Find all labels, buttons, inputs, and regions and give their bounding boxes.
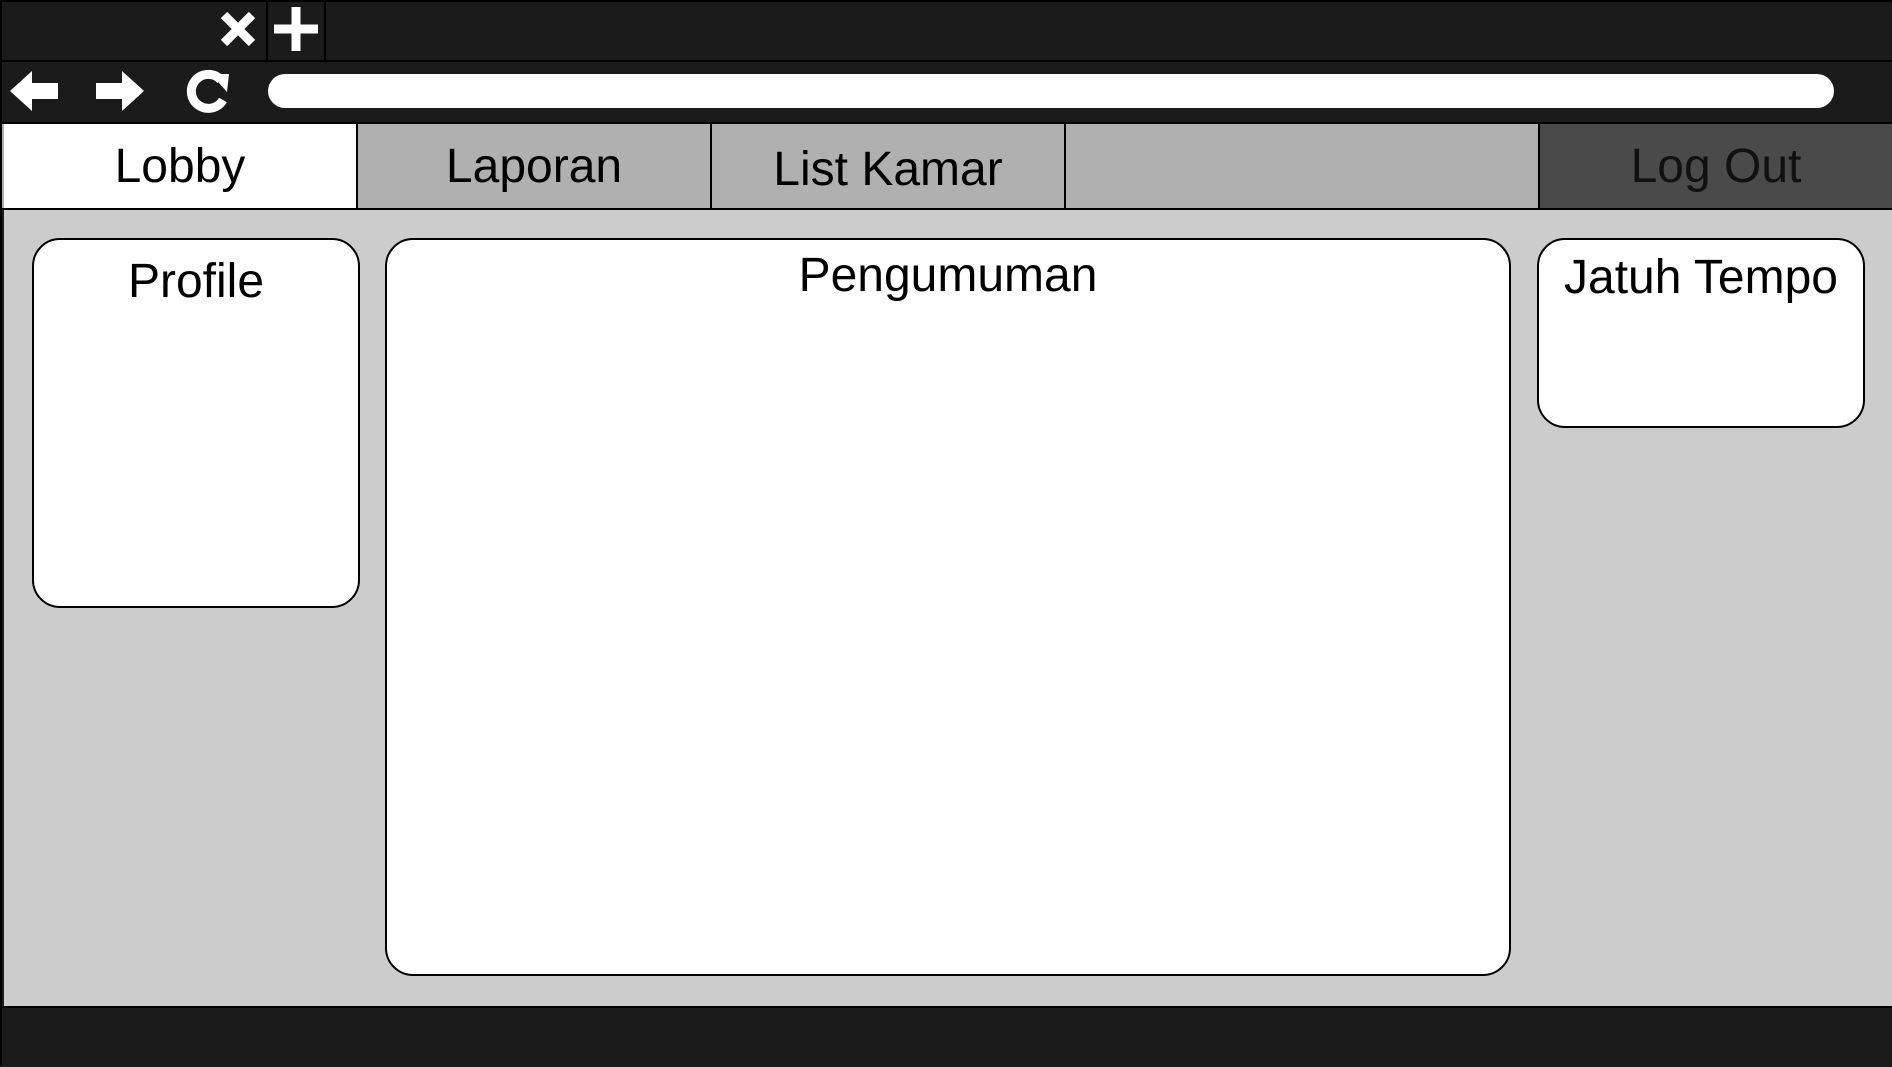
app-tab-row: Lobby Laporan List Kamar Log Out bbox=[2, 122, 1892, 210]
forward-button[interactable] bbox=[90, 68, 150, 118]
tab-laporan[interactable]: Laporan bbox=[358, 124, 712, 208]
pengumuman-panel: Pengumuman bbox=[385, 238, 1511, 976]
tab-list-kamar[interactable]: List Kamar bbox=[712, 124, 1066, 208]
plus-icon bbox=[272, 5, 320, 58]
profile-panel: Profile bbox=[32, 238, 360, 608]
logout-label: Log Out bbox=[1630, 139, 1802, 193]
close-tab-button[interactable] bbox=[210, 2, 268, 60]
tab-lobby-label: Lobby bbox=[114, 139, 246, 193]
main-content: Profile Pengumuman Jatuh Tempo bbox=[4, 210, 1892, 1006]
tab-lobby[interactable]: Lobby bbox=[4, 124, 358, 208]
browser-window: Lobby Laporan List Kamar Log Out Profile… bbox=[0, 0, 1892, 1067]
tab-laporan-label: Laporan bbox=[445, 139, 623, 193]
close-icon bbox=[216, 7, 260, 56]
browser-navbar bbox=[2, 62, 1892, 122]
arrow-left-icon bbox=[8, 69, 60, 118]
back-button[interactable] bbox=[4, 68, 64, 118]
logout-button[interactable]: Log Out bbox=[1538, 124, 1892, 208]
profile-title: Profile bbox=[127, 255, 265, 308]
browser-tab-strip bbox=[2, 2, 1892, 62]
pengumuman-title: Pengumuman bbox=[798, 249, 1098, 302]
new-tab-button[interactable] bbox=[268, 2, 326, 60]
arrow-right-icon bbox=[94, 69, 146, 118]
tab-list-kamar-label: List Kamar bbox=[773, 142, 1003, 196]
address-bar[interactable] bbox=[268, 74, 1834, 108]
reload-button[interactable] bbox=[178, 68, 238, 118]
jatuh-tempo-panel: Jatuh Tempo bbox=[1537, 238, 1865, 428]
jatuh-tempo-title: Jatuh Tempo bbox=[1564, 251, 1838, 304]
status-bar bbox=[2, 1006, 1892, 1067]
reload-icon bbox=[183, 66, 233, 121]
